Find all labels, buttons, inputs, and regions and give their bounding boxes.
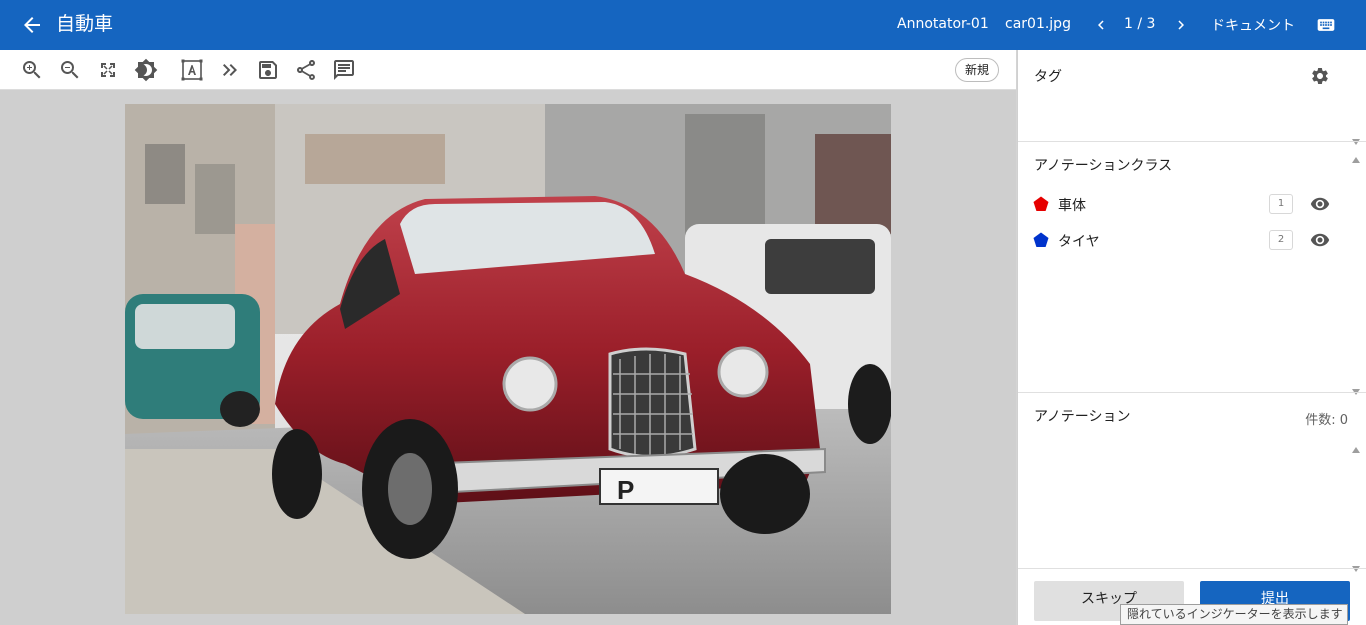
annotations-title: アノテーション (1034, 409, 1131, 425)
tooltip: 隠れているインジケーターを表示します (1120, 604, 1348, 625)
eye-icon[interactable] (1310, 230, 1330, 250)
divider (1018, 141, 1366, 142)
zoom-in-icon[interactable] (20, 58, 44, 82)
tags-title: タグ (1034, 69, 1062, 85)
side-panel: タグ アノテーションクラス 車体 1 タイヤ 2 アノテーション 件数: 0 ス… (1017, 50, 1366, 625)
brightness-icon[interactable] (134, 58, 158, 82)
image-canvas[interactable]: P (0, 90, 1016, 625)
page-indicator: 1 / 3 (1124, 16, 1156, 32)
fit-screen-icon[interactable] (96, 58, 120, 82)
file-name: car01.jpg (1005, 16, 1071, 32)
class-item[interactable]: 車体 1 (1018, 190, 1366, 220)
text-box-icon[interactable] (180, 58, 204, 82)
car-photo[interactable]: P (125, 104, 891, 614)
new-button[interactable]: 新規 (955, 58, 999, 82)
annotation-classes-title: アノテーションクラス (1034, 158, 1173, 174)
class-item[interactable]: タイヤ 2 (1018, 226, 1366, 256)
zoom-out-icon[interactable] (58, 58, 82, 82)
chevron-left-icon[interactable] (1092, 15, 1110, 35)
document-link[interactable]: ドキュメント (1211, 15, 1295, 35)
shortcut-key-badge: 1 (1269, 194, 1293, 214)
chevron-right-icon[interactable] (1172, 15, 1190, 35)
pentagon-icon (1033, 196, 1049, 212)
divider (1018, 392, 1366, 393)
annotation-count: 件数: 0 (1305, 413, 1348, 428)
scroll-down-icon[interactable] (1352, 130, 1360, 145)
save-icon[interactable] (256, 58, 280, 82)
scroll-up-icon[interactable] (1352, 438, 1360, 453)
class-name: 車体 (1058, 198, 1086, 214)
double-chevron-icon[interactable] (218, 58, 242, 82)
divider (1018, 568, 1366, 569)
gear-icon[interactable] (1310, 66, 1330, 86)
pentagon-icon (1033, 232, 1049, 248)
back-arrow-icon[interactable] (20, 13, 44, 37)
app-header: 自動車 Annotator-01 car01.jpg 1 / 3 ドキュメント (0, 0, 1366, 50)
comment-icon[interactable] (332, 58, 356, 82)
class-name: タイヤ (1058, 234, 1100, 250)
scroll-down-icon[interactable] (1352, 557, 1360, 572)
svg-text:P: P (617, 475, 634, 505)
eye-icon[interactable] (1310, 194, 1330, 214)
page-title: 自動車 (56, 13, 114, 35)
scroll-up-icon[interactable] (1352, 148, 1360, 163)
shortcut-key-badge: 2 (1269, 230, 1293, 250)
image-toolbar (0, 50, 1016, 90)
keyboard-icon[interactable] (1315, 15, 1337, 35)
share-icon[interactable] (294, 58, 318, 82)
annotator-name: Annotator-01 (897, 16, 989, 32)
scroll-down-icon[interactable] (1352, 380, 1360, 395)
